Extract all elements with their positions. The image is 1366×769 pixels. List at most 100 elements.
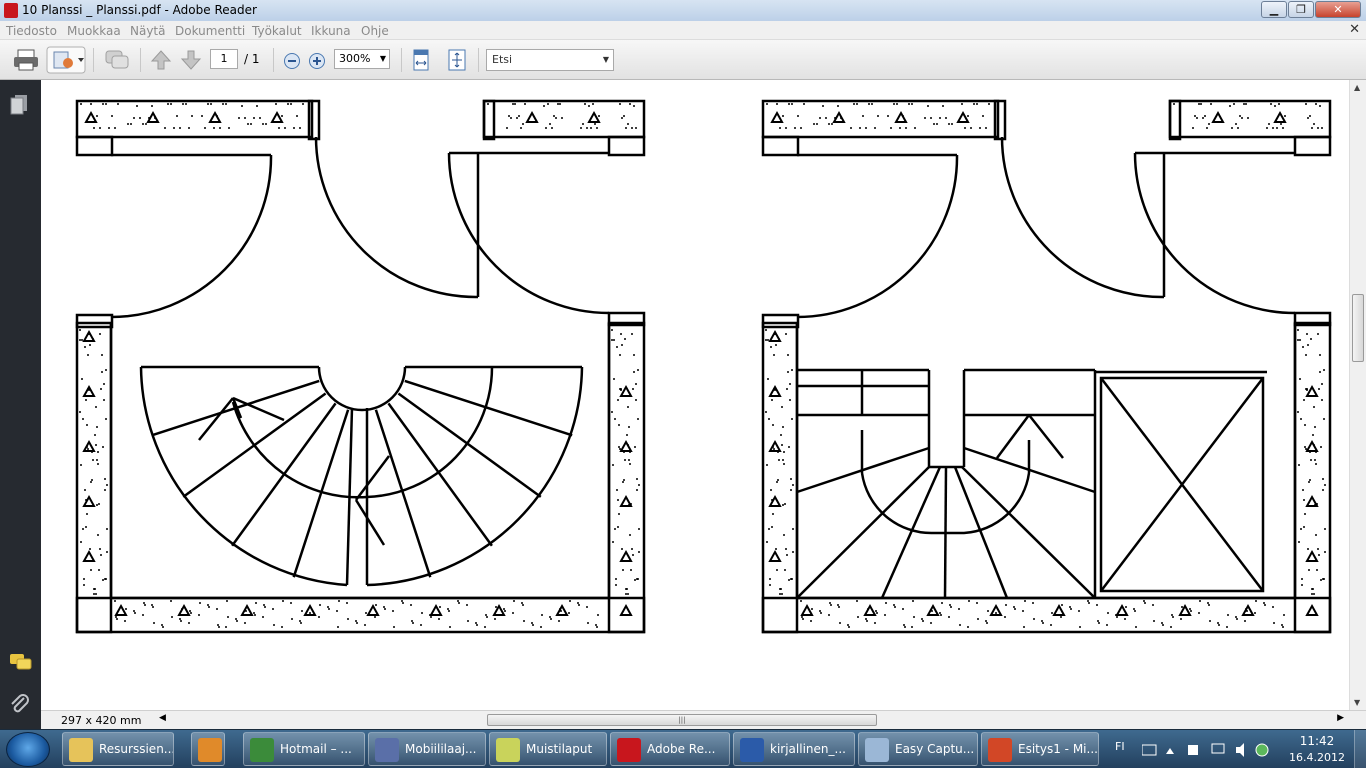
clock-time[interactable]: 11:42 <box>1288 734 1346 748</box>
menu-window[interactable]: Ikkuna <box>311 24 351 38</box>
concrete-dot <box>213 127 215 129</box>
horizontal-scroll-thumb[interactable]: ||| <box>487 714 877 726</box>
concrete-dot <box>586 127 588 129</box>
comment-icon[interactable] <box>103 48 131 72</box>
menu-tools[interactable]: Työkalut <box>252 24 302 38</box>
concrete-dot <box>930 622 932 624</box>
taskbar-adobe-reader-button[interactable]: Adobe Re... <box>610 732 730 766</box>
concrete-dot <box>1297 329 1299 331</box>
concrete-dot <box>1239 115 1241 117</box>
print-icon[interactable] <box>12 48 40 72</box>
concrete-dot <box>964 127 966 129</box>
word-icon <box>740 738 764 762</box>
taskbar-label: kirjallinen_... <box>770 742 846 756</box>
pages-icon[interactable] <box>9 94 29 116</box>
concrete-dot <box>1241 117 1243 119</box>
concrete-dot <box>228 127 230 129</box>
maximize-button[interactable]: ❐ <box>1288 1 1314 18</box>
concrete-dot <box>1321 399 1323 401</box>
concrete-dot <box>244 622 246 624</box>
concrete-triangle <box>768 549 782 562</box>
scroll-left-icon[interactable]: ◀ <box>159 713 166 723</box>
concrete-dot <box>420 624 422 626</box>
prev-page-icon[interactable] <box>150 48 172 72</box>
concrete-dot <box>1013 606 1015 608</box>
scroll-right-icon[interactable]: ▶ <box>1337 713 1344 723</box>
concrete-dot <box>82 528 84 530</box>
language-indicator[interactable]: FI <box>1115 740 1125 753</box>
concrete-dot <box>561 117 563 119</box>
show-desktop-button[interactable] <box>1354 730 1366 769</box>
concrete-triangle <box>770 110 784 123</box>
export-icon[interactable] <box>46 46 86 74</box>
concrete-dot <box>1022 610 1024 612</box>
concrete-dot <box>275 103 277 105</box>
concrete-dot <box>495 606 497 608</box>
document-close-button[interactable]: ✕ <box>1349 22 1360 37</box>
concrete-dot <box>201 115 203 117</box>
menu-edit[interactable]: Muokkaa <box>67 24 121 38</box>
taskbar-powerpoint-button[interactable]: Esitys1 - Mi... <box>981 732 1099 766</box>
menu-file[interactable]: Tiedosto <box>6 24 57 38</box>
fit-page-icon[interactable] <box>446 48 468 72</box>
page-size-label: 297 x 420 mm <box>61 714 142 727</box>
search-input[interactable]: Etsi ▼ <box>486 49 614 71</box>
concrete-dot <box>80 103 82 105</box>
document-view[interactable] <box>41 80 1349 710</box>
scroll-down-icon[interactable]: ▼ <box>1354 698 1360 707</box>
concrete-dot <box>790 489 792 491</box>
device-icon <box>1188 745 1198 755</box>
attachment-icon[interactable] <box>9 692 31 716</box>
concrete-dot <box>914 127 916 129</box>
concrete-dot <box>503 608 505 610</box>
minimize-button[interactable]: ▁ <box>1261 1 1287 18</box>
taskbar-chrome-button[interactable]: Hotmail – ... <box>243 732 365 766</box>
concrete-dot <box>96 115 98 117</box>
concrete-dot <box>781 593 783 595</box>
comments-icon[interactable] <box>9 652 33 672</box>
taskbar-media-player-button[interactable] <box>191 732 225 766</box>
taskbar-word-button[interactable]: kirjallinen_... <box>733 732 855 766</box>
concrete-dot <box>927 105 929 107</box>
taskbar-mobiililaaj-button[interactable]: Mobiililaaj... <box>368 732 486 766</box>
concrete-dot <box>905 127 907 129</box>
concrete-dot <box>904 626 906 628</box>
menu-view[interactable]: Näytä <box>130 24 166 38</box>
taskbar-explorer-button[interactable]: Resurssien... <box>62 732 174 766</box>
next-page-icon[interactable] <box>180 48 202 72</box>
door-swing <box>796 154 959 319</box>
close-button[interactable]: ✕ <box>1315 1 1361 18</box>
concrete-dot <box>247 123 249 125</box>
taskbar-sticky-notes-button[interactable]: Muistilaput <box>489 732 607 766</box>
concrete-dot <box>199 602 201 604</box>
scroll-up-icon[interactable]: ▲ <box>1354 83 1360 92</box>
menu-help[interactable]: Ohje <box>361 24 389 38</box>
zoom-out-icon[interactable] <box>283 52 301 70</box>
concrete-dot <box>1042 622 1044 624</box>
concrete-dot <box>136 105 138 107</box>
concrete-dot <box>225 626 227 628</box>
concrete-dot <box>596 626 598 628</box>
concrete-dot <box>982 115 984 117</box>
concrete-dot <box>768 528 770 530</box>
vertical-scrollbar[interactable]: ▲ ▼ <box>1349 80 1366 710</box>
menu-document[interactable]: Dokumentti <box>175 24 245 38</box>
fit-width-icon[interactable] <box>410 48 432 72</box>
concrete-dot <box>779 593 781 595</box>
concrete-dot <box>1247 117 1249 119</box>
concrete-triangle <box>926 603 940 616</box>
zoom-in-icon[interactable] <box>308 52 326 70</box>
menu-bar: Tiedosto Muokkaa Näytä Dokumentti Työkal… <box>0 21 1366 40</box>
clock-date[interactable]: 16.4.2012 <box>1284 751 1350 764</box>
start-button[interactable] <box>6 732 50 767</box>
concrete-dot <box>617 526 619 528</box>
concrete-dot <box>84 489 86 491</box>
page-number-input[interactable]: 1 <box>210 49 238 69</box>
zoom-select[interactable]: 300% ▼ <box>334 49 390 69</box>
concrete-triangle <box>768 494 782 507</box>
vertical-scroll-thumb[interactable] <box>1352 294 1364 362</box>
taskbar-easy-capture-button[interactable]: Easy Captu... <box>858 732 978 766</box>
concrete-dot <box>106 484 108 486</box>
concrete-dot <box>595 624 597 626</box>
concrete-dot <box>255 602 257 604</box>
